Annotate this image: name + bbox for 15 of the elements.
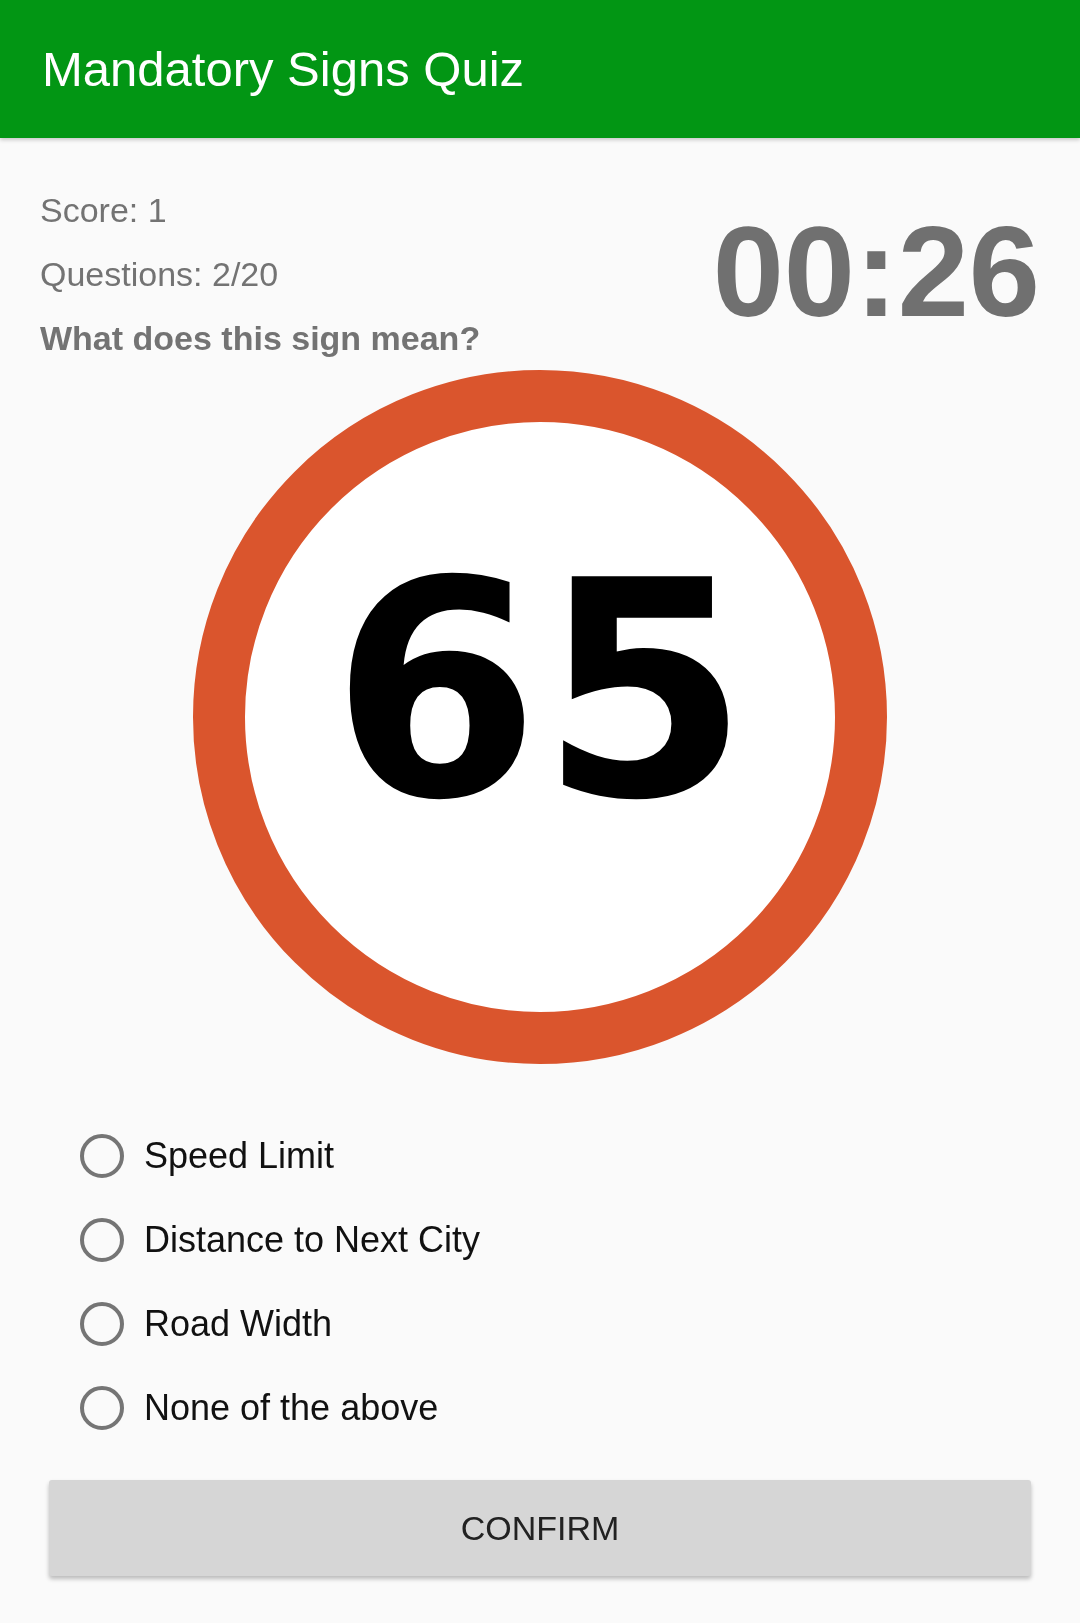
question-count: Questions: 2/20 (40, 254, 280, 295)
radio-button[interactable] (80, 1302, 124, 1346)
radio-button[interactable] (80, 1218, 124, 1262)
score-text: Score: 1 (40, 190, 168, 231)
question-text: What does this sign mean? (40, 318, 481, 359)
answer-option[interactable]: Distance to Next City (80, 1198, 481, 1282)
timer: 00:26 (712, 202, 1040, 342)
speed-sign: 65 (193, 370, 887, 1064)
app-title: Mandatory Signs Quiz (42, 41, 525, 97)
radio-button[interactable] (80, 1386, 124, 1430)
answer-option[interactable]: Speed Limit (80, 1114, 335, 1198)
radio-button[interactable] (80, 1134, 124, 1178)
answer-option[interactable]: None of the above (80, 1366, 439, 1450)
answer-option[interactable]: Road Width (80, 1282, 333, 1366)
confirm-button[interactable]: CONFIRM (49, 1480, 1031, 1576)
